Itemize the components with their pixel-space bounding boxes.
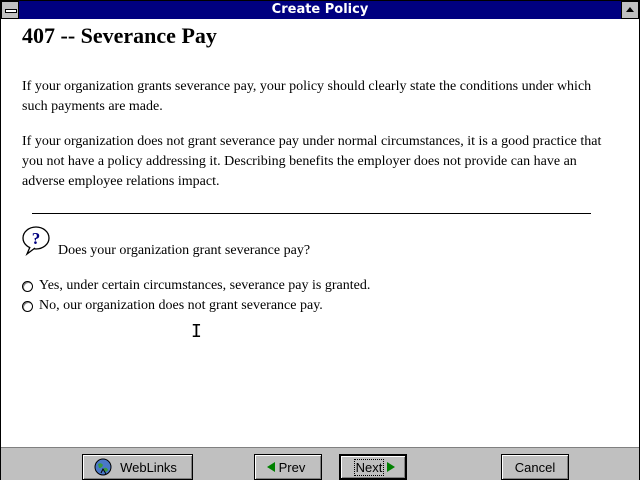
option-yes-label[interactable]: Yes, under certain circumstances, severa… — [39, 278, 370, 294]
title-bar: Create Policy — [1, 1, 639, 19]
green-left-arrow-icon — [266, 462, 275, 472]
divider — [32, 213, 591, 214]
question-balloon-icon: ? — [22, 226, 50, 256]
question-text: Does your organization grant severance p… — [58, 243, 311, 258]
system-menu-button[interactable] — [1, 1, 19, 19]
radio-no[interactable] — [22, 300, 33, 312]
next-button[interactable]: Next — [339, 454, 407, 480]
svg-text:?: ? — [32, 229, 41, 248]
option-no-label[interactable]: No, our organization does not grant seve… — [39, 298, 323, 314]
button-bar: WebLinks Prev Next Cancel — [1, 447, 639, 480]
prev-label: Prev — [278, 459, 306, 475]
weblinks-button[interactable]: WebLinks — [82, 454, 193, 480]
text-cursor-icon: I — [191, 321, 202, 342]
policy-content: 407 -- Severance Pay If your organizatio… — [1, 19, 639, 447]
create-policy-window: Create Policy 407 -- Severance Pay If yo… — [0, 0, 640, 480]
next-label: Next — [353, 458, 385, 476]
window-title: Create Policy — [271, 2, 369, 17]
cancel-button[interactable]: Cancel — [501, 454, 569, 480]
weblinks-label: WebLinks — [120, 459, 177, 475]
option-no[interactable]: No, our organization does not grant seve… — [22, 298, 323, 314]
option-yes[interactable]: Yes, under certain circumstances, severa… — [22, 278, 370, 294]
page-title: 407 -- Severance Pay — [22, 23, 217, 48]
maximize-button[interactable] — [621, 1, 639, 19]
radio-yes[interactable] — [22, 280, 33, 292]
guidance-paragraph: If your organization does not grant seve… — [22, 134, 602, 189]
green-right-arrow-icon — [387, 462, 396, 472]
globe-icon — [94, 458, 112, 476]
prev-button[interactable]: Prev — [254, 454, 322, 480]
intro-paragraph: If your organization grants severance pa… — [22, 79, 592, 114]
cancel-label: Cancel — [514, 459, 556, 475]
